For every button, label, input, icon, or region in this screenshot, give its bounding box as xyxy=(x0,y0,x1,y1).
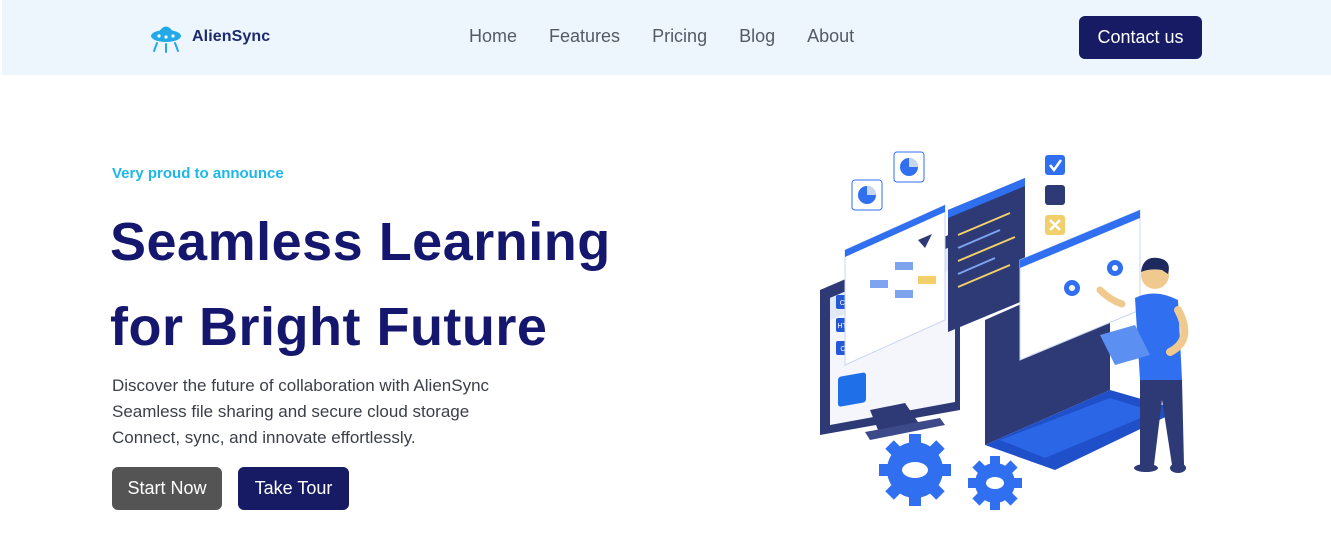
nav-link-features[interactable]: Features xyxy=(549,26,620,47)
hero-description-line: Seamless file sharing and secure cloud s… xyxy=(112,402,470,421)
take-tour-button[interactable]: Take Tour xyxy=(238,467,349,510)
nav-links: Home Features Pricing Blog About xyxy=(469,26,886,47)
hero-headline-line1: Seamless Learning xyxy=(110,212,611,272)
hero-description-line: Discover the future of collaboration wit… xyxy=(112,376,490,395)
nav-link-pricing[interactable]: Pricing xyxy=(652,26,707,47)
hero-eyebrow: Very proud to announce xyxy=(112,165,284,182)
contact-us-button[interactable]: Contact us xyxy=(1079,16,1202,59)
hero-headline-line2: for Bright Future xyxy=(110,297,548,357)
hero-headline: Seamless Learning for Bright Future xyxy=(110,200,611,370)
nav-link-about[interactable]: About xyxy=(807,26,854,47)
brand-name: AlienSync xyxy=(192,28,271,45)
hero-description: Discover the future of collaboration wit… xyxy=(112,373,489,451)
chart-bubbles xyxy=(851,151,925,211)
ufo-icon xyxy=(149,20,183,54)
nav-link-home[interactable]: Home xyxy=(469,26,517,47)
status-icons xyxy=(1045,155,1065,235)
navbar: AlienSync Home Features Pricing Blog Abo… xyxy=(2,0,1331,75)
hero-description-line: Connect, sync, and innovate effortlessly… xyxy=(112,428,416,447)
nav-link-blog[interactable]: Blog xyxy=(739,26,775,47)
start-now-button[interactable]: Start Now xyxy=(112,467,222,510)
brand-logo[interactable]: AlienSync xyxy=(149,20,270,54)
hero-illustration: CSS HTML C++ xyxy=(820,151,1189,510)
